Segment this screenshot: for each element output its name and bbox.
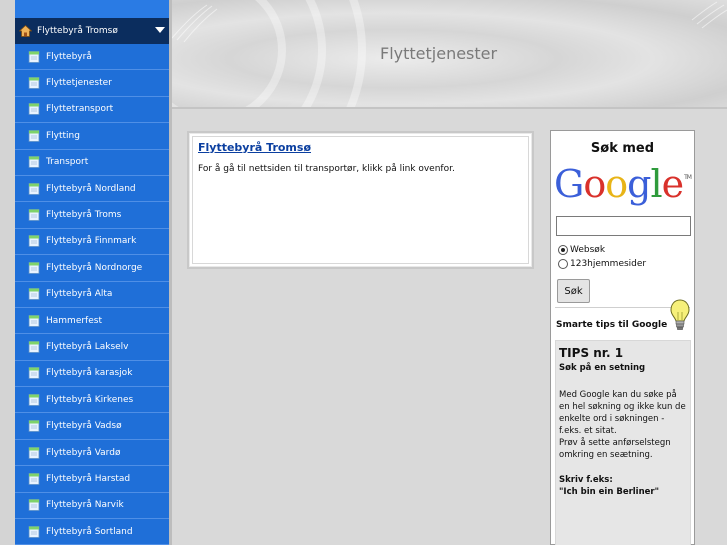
sidebar-item[interactable]: Flyttebyrå Nordnorge bbox=[15, 255, 169, 282]
document-icon bbox=[28, 420, 40, 433]
sidebar-top-bar bbox=[15, 0, 169, 18]
content-inner: Flyttebyrå Tromsø For å gå til nettsiden… bbox=[192, 136, 529, 264]
sidebar-item-label: Flyttebyrå bbox=[46, 51, 92, 62]
document-icon bbox=[28, 129, 40, 142]
radio-button[interactable] bbox=[558, 245, 568, 255]
sidebar-item-label: Flyttetjenester bbox=[46, 78, 112, 89]
sidebar-item-label: Flyttebyrå Narvik bbox=[46, 500, 124, 511]
sidebar-item[interactable]: Flyttebyrå Kirkenes bbox=[15, 387, 169, 414]
google-logo: GoogleGoogleTM bbox=[554, 162, 692, 206]
sidebar-item[interactable]: Flyttebyrå Finnmark bbox=[15, 228, 169, 256]
sidebar-item[interactable]: Flyttebyrå Sortland bbox=[15, 519, 169, 545]
sidebar-header[interactable]: Flyttebyrå Tromsø bbox=[15, 18, 169, 44]
search-radio-option[interactable]: Websøk bbox=[558, 243, 694, 257]
main-link[interactable]: Flyttebyrå Tromsø bbox=[198, 141, 523, 154]
sidebar-item-label: Hammerfest bbox=[46, 315, 102, 326]
document-icon bbox=[28, 446, 40, 459]
sidebar-item-label: Flyttebyrå Vadsø bbox=[46, 421, 122, 432]
tips-title: TIPS nr. 1 bbox=[559, 346, 624, 360]
sidebar-item[interactable]: Flyttebyrå Troms bbox=[15, 202, 169, 229]
sidebar-item[interactable]: Hammerfest bbox=[15, 307, 169, 335]
document-icon bbox=[28, 525, 40, 538]
sidebar-item[interactable]: Flyttebyrå karasjok bbox=[15, 360, 169, 388]
tips-header: Smarte tips til Google bbox=[551, 299, 694, 340]
sidebar-item-label: Flyttebyrå Alta bbox=[46, 289, 113, 300]
document-icon bbox=[28, 341, 40, 353]
sidebar-item[interactable]: Flytting bbox=[15, 123, 169, 150]
search-title: Søk med bbox=[590, 141, 655, 156]
sidebar-item[interactable]: Flyttebyrå Lakselv bbox=[15, 334, 169, 361]
sidebar-item[interactable]: Flyttebyrå Nordland bbox=[15, 175, 169, 203]
sidebar: Flyttebyrå Tromsø Flyttebyrå Flyttetjenes… bbox=[15, 0, 169, 545]
sidebar-item-label: Flyttebyrå Kirkenes bbox=[46, 394, 134, 405]
sidebar-item[interactable]: Flyttebyrå bbox=[15, 44, 169, 71]
document-icon bbox=[28, 182, 40, 195]
sidebar-item-label: Flyttebyrå Lakselv bbox=[46, 341, 129, 352]
sidebar-item[interactable]: Flyttebyrå Vardø bbox=[15, 439, 169, 467]
sidebar-header-label: Flyttebyrå Tromsø bbox=[37, 26, 118, 36]
document-icon bbox=[28, 235, 40, 248]
document-icon bbox=[28, 103, 40, 116]
document-icon bbox=[28, 261, 40, 274]
tips-body-line: f.eks. et sitat. bbox=[559, 426, 617, 436]
search-radio-group: Websøk 123hjemmesider bbox=[551, 243, 694, 271]
sidebar-item-label: Flyttebyrå Sortland bbox=[46, 526, 133, 537]
lightbulb-icon bbox=[670, 299, 690, 330]
sidebar-item[interactable]: Flyttebyrå Harstad bbox=[15, 466, 169, 493]
sidebar-item[interactable]: Flyttetransport bbox=[15, 96, 169, 124]
search-radio-option[interactable]: 123hjemmesider bbox=[558, 257, 694, 271]
tips-header-label: Smarte tips til Google bbox=[556, 320, 668, 330]
nav-list: Flyttebyrå Flyttetjenester Flyttetransport… bbox=[15, 44, 169, 545]
radio-button[interactable] bbox=[558, 259, 568, 269]
sidebar-item[interactable]: Transport bbox=[15, 149, 169, 176]
document-icon bbox=[28, 314, 40, 327]
sidebar-item[interactable]: Flyttebyrå Vadsø bbox=[15, 413, 169, 440]
chevron-down-icon[interactable] bbox=[155, 27, 165, 33]
sidebar-item-label: Flyttebyrå Finnmark bbox=[46, 236, 137, 247]
sidebar-item-label: Flyttetransport bbox=[46, 104, 114, 115]
tips-body-line: enkelte ord i søkningen - bbox=[559, 414, 665, 424]
left-margin bbox=[0, 0, 15, 545]
banner: Flyttetjenester bbox=[172, 0, 727, 109]
sidebar-item-label: Flyttebyrå karasjok bbox=[46, 368, 133, 379]
search-button[interactable]: Søk bbox=[557, 279, 590, 303]
document-icon bbox=[28, 473, 40, 485]
radio-label: 123hjemmesider bbox=[570, 259, 647, 269]
search-input[interactable] bbox=[556, 216, 691, 236]
sidebar-item-label: Flyttebyrå Troms bbox=[46, 210, 122, 221]
document-icon bbox=[28, 393, 40, 406]
document-icon bbox=[28, 367, 40, 380]
sidebar-item[interactable]: Flyttetjenester bbox=[15, 70, 169, 97]
document-icon bbox=[28, 77, 40, 89]
sidebar-item[interactable]: Flyttebyrå Narvik bbox=[15, 492, 169, 520]
document-icon bbox=[28, 50, 40, 63]
banner-title: Flyttetjenester bbox=[380, 44, 498, 63]
sidebar-item-label: Flytting bbox=[46, 130, 80, 141]
tips-body-line: en hel søkning og ikke kun de bbox=[559, 402, 686, 412]
sidebar-item-label: Transport bbox=[46, 157, 89, 168]
tips-example: "Ich bin ein Berliner" bbox=[559, 487, 660, 497]
tips-example-label: Skriv f.eks: bbox=[559, 475, 613, 485]
tips-body: Med Google kan du søke på en hel søkning … bbox=[559, 389, 687, 461]
tips-box: TIPS nr. 1 Søk på en setning Med Google … bbox=[555, 340, 691, 545]
sidebar-item-label: Flyttebyrå Nordland bbox=[46, 183, 136, 194]
search-panel: Søk med GoogleGoogleTM Websøk 123hjemmesi… bbox=[550, 130, 695, 545]
tips-body-line: Prøv å sette anførselstegn bbox=[559, 438, 671, 448]
content-text: For å gå til nettsiden til transportør, … bbox=[198, 164, 455, 174]
tips-body-line: Med Google kan du søke på bbox=[559, 390, 677, 400]
google-logo-tm: TM bbox=[684, 174, 692, 181]
sidebar-item-label: Flyttebyrå Nordnorge bbox=[46, 262, 143, 273]
content-box: Flyttebyrå Tromsø For å gå til nettsiden… bbox=[187, 131, 534, 269]
sidebar-item-label: Flyttebyrå Vardø bbox=[46, 447, 121, 458]
tips-subtitle: Søk på en setning bbox=[559, 363, 646, 373]
document-icon bbox=[28, 499, 40, 512]
document-icon bbox=[28, 156, 40, 169]
radio-label: Websøk bbox=[570, 245, 606, 255]
sidebar-item-label: Flyttebyrå Harstad bbox=[46, 473, 131, 484]
sidebar-item[interactable]: Flyttebyrå Alta bbox=[15, 281, 169, 308]
document-icon bbox=[28, 288, 40, 301]
tips-body-line: omkring en seætning. bbox=[559, 450, 653, 460]
document-icon bbox=[28, 209, 40, 221]
home-icon bbox=[18, 24, 33, 37]
